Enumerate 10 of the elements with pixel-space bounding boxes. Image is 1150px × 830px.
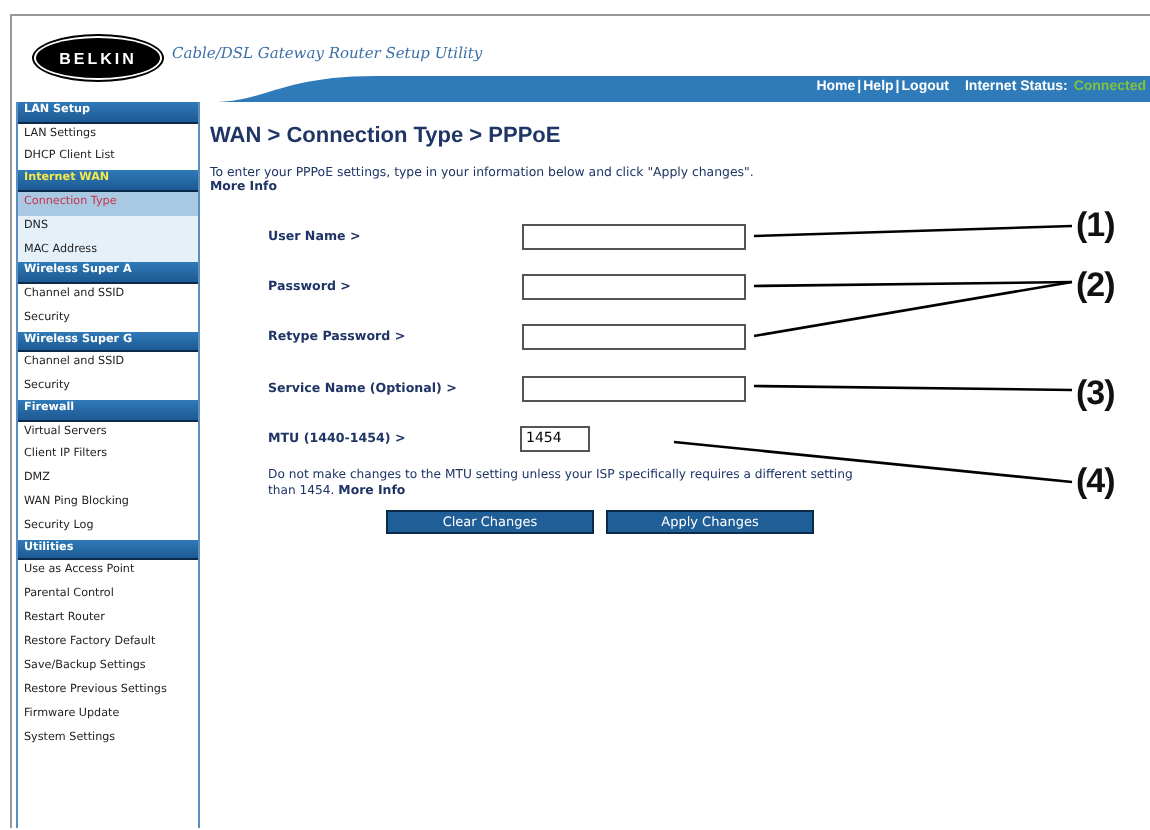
belkin-logo: BELKIN [36,38,160,78]
callout-number: (2) [1076,266,1115,306]
callout-number: (4) [1076,462,1115,502]
input-field[interactable] [522,324,746,351]
callout-number: (1) [1076,206,1115,246]
input-field[interactable] [522,375,746,402]
callout-number: (3) [1076,374,1115,414]
input-field[interactable] [522,274,746,301]
input-field[interactable] [522,224,746,251]
page-title: WAN > Connection Type > PPPoE [210,124,563,148]
